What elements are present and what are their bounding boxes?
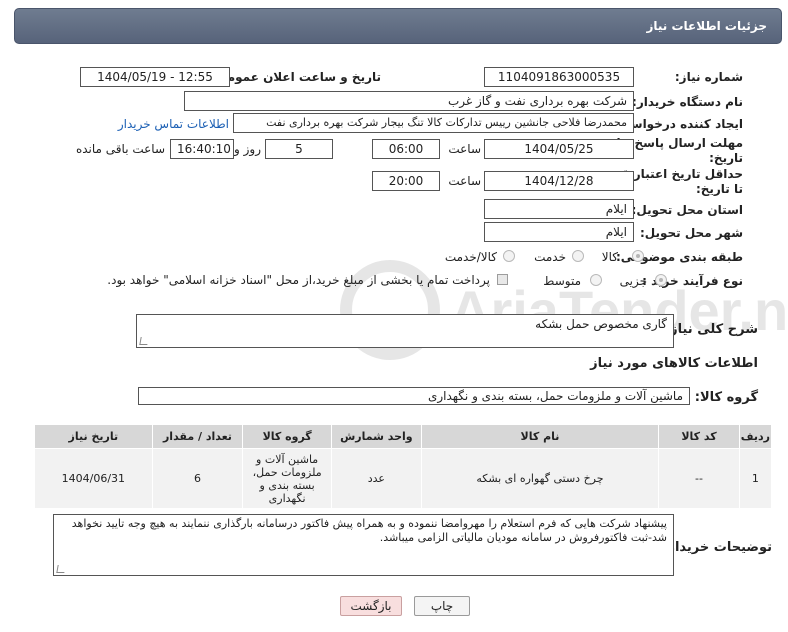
description-text: گاری مخصوص حمل بشکه: [535, 317, 667, 331]
deadline-label-line1: مهلت ارسال پاسخ: تا: [616, 136, 744, 150]
buyer-notes-label: توضیحات خریدار:: [662, 540, 772, 555]
goods-section-title: اطلاعات کالاهای مورد نیاز: [590, 356, 758, 371]
table-header-row: ردیف کد کالا نام کالا واحد شمارش گروه کا…: [34, 424, 773, 449]
province-label: استان محل تحویل:: [631, 203, 743, 217]
back-button[interactable]: بازگشت: [340, 596, 402, 616]
deadline-days-label: روز و: [234, 142, 261, 156]
announce-label: تاریخ و ساعت اعلان عمومی:: [210, 70, 381, 84]
category-option-goods-service: کالا/خدمت: [444, 250, 497, 264]
col-date-header: تاریخ نیاز: [34, 424, 153, 449]
announce-field: 1404/05/19 - 12:55: [80, 67, 230, 87]
cell-index: 1: [738, 448, 773, 509]
cell-unit: عدد: [331, 448, 422, 509]
cell-date: 1404/06/31: [34, 448, 153, 509]
need-number-field: 1104091863000535: [484, 67, 634, 87]
price-validity-time-label: ساعت: [448, 174, 481, 188]
deadline-time-field: 06:00: [372, 139, 440, 159]
process-option-minor: جزیی: [619, 274, 647, 288]
treasury-payment-checkbox[interactable]: [497, 274, 508, 285]
aria-tender-watermark: AriaTender.net: [340, 260, 788, 360]
city-field: ایلام: [484, 222, 634, 242]
cell-group: ماشین آلات و ملزومات حمل، بسته بندی و نگ…: [242, 448, 332, 509]
category-option-goods: کالا: [601, 250, 618, 264]
description-field: گاری مخصوص حمل بشکه: [136, 314, 674, 348]
process-radio-medium[interactable]: [590, 274, 602, 286]
buyer-notes-text: پیشنهاد شرکت هایی که فرم استعلام را مهرو…: [71, 517, 667, 544]
category-radio-goods[interactable]: [632, 250, 644, 262]
category-option-service: خدمت: [534, 250, 566, 264]
creator-field: محمدرضا فلاحی جانشین رییس تدارکات کالا ت…: [233, 113, 634, 133]
col-group-header: گروه کالا: [242, 424, 332, 449]
category-radio-goods-service[interactable]: [503, 250, 515, 262]
goods-group-label: گروه کالا:: [694, 390, 758, 405]
remaining-time-field: 16:40:10: [170, 139, 234, 159]
header-panel: جزئیات اطلاعات نیاز: [14, 8, 782, 44]
city-label: شهر محل تحویل:: [639, 226, 743, 240]
price-validity-time-field: 20:00: [372, 171, 440, 191]
buyer-notes-field: پیشنهاد شرکت هایی که فرم استعلام را مهرو…: [53, 514, 674, 576]
buyer-contact-link[interactable]: اطلاعات تماس خریدار: [118, 117, 229, 131]
deadline-time-label: ساعت: [448, 142, 481, 156]
category-radio-service[interactable]: [572, 250, 584, 262]
deadline-date-field: 1404/05/25: [484, 139, 634, 159]
price-validity-date-field: 1404/12/28: [484, 171, 634, 191]
treasury-payment-note: پرداخت تمام یا بخشی از مبلغ خرید،از محل …: [107, 273, 490, 287]
page-title: جزئیات اطلاعات نیاز: [646, 19, 767, 33]
resize-handle-icon[interactable]: [139, 337, 149, 345]
table-row: 1 -- چرخ دستی گهواره ای بشکه عدد ماشین آ…: [34, 448, 773, 509]
buyer-field: شرکت بهره برداری نفت و گاز غرب: [184, 91, 634, 111]
description-label: شرح کلی نیاز:: [664, 322, 758, 337]
print-button[interactable]: چاپ: [414, 596, 470, 616]
col-unit-header: واحد شمارش: [331, 424, 422, 449]
col-name-header: نام کالا: [420, 424, 660, 449]
resize-handle-icon[interactable]: [56, 565, 66, 573]
deadline-label-line2: تاریخ:: [709, 151, 743, 165]
col-code-header: کد کالا: [658, 424, 740, 449]
deadline-days-field: 5: [265, 139, 333, 159]
cell-qty: 6: [151, 448, 244, 509]
goods-group-field: ماشین آلات و ملزومات حمل، بسته بندی و نگ…: [138, 387, 690, 405]
buyer-label: نام دستگاه خریدار:: [632, 95, 743, 109]
goods-table: ردیف کد کالا نام کالا واحد شمارش گروه کا…: [34, 424, 773, 509]
need-number-label: شماره نیاز:: [674, 70, 743, 84]
province-field: ایلام: [484, 199, 634, 219]
cell-code: --: [658, 448, 740, 509]
col-index-header: ردیف: [738, 424, 773, 449]
process-radio-minor[interactable]: [655, 274, 667, 286]
col-qty-header: تعداد / مقدار: [151, 424, 244, 449]
process-option-medium: متوسط: [543, 274, 581, 288]
cell-name: چرخ دستی گهواره ای بشکه: [420, 448, 660, 509]
remaining-time-label: ساعت باقی مانده: [75, 142, 165, 156]
price-validity-label-line2: تا تاریخ:: [695, 182, 743, 196]
